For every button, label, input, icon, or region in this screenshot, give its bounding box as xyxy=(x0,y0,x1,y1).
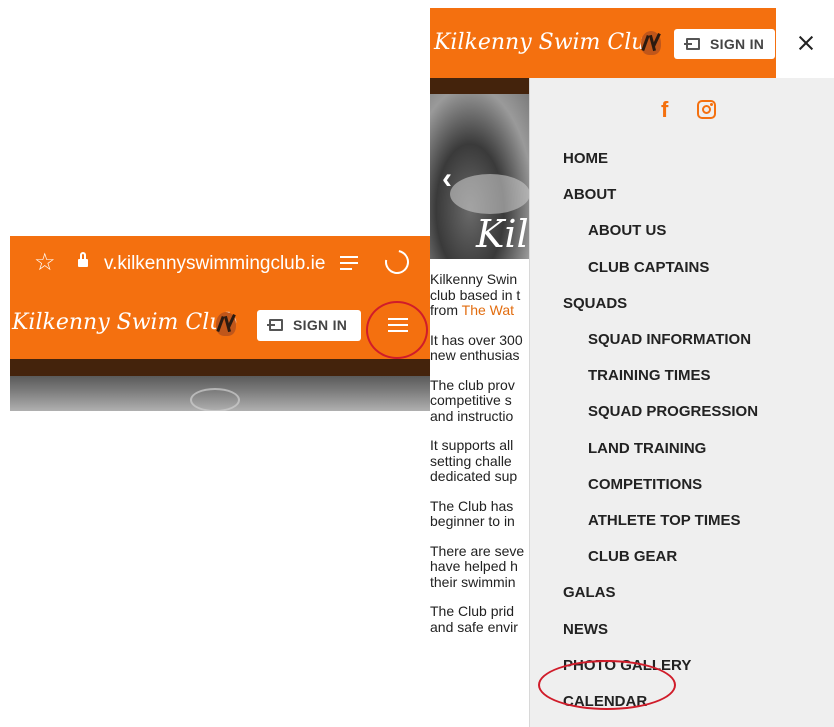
menu-item-about-us[interactable]: ABOUT US xyxy=(588,222,666,239)
body-paragraph: There are seve have helped h their swimm… xyxy=(430,542,530,591)
body-paragraph: It has over 300 new enthusias xyxy=(430,331,530,364)
highlight-circle xyxy=(366,301,428,359)
dark-band xyxy=(430,78,530,94)
star-icon[interactable]: ☆ xyxy=(34,249,56,277)
instagram-icon[interactable] xyxy=(697,100,716,119)
body-paragraph: The club prov competitive s and instruct… xyxy=(430,376,530,425)
menu-item-news[interactable]: NEWS xyxy=(563,621,608,638)
sign-in-icon xyxy=(267,319,283,331)
menu-item-competitions[interactable]: COMPETITIONS xyxy=(588,476,702,493)
sign-in-icon xyxy=(684,38,700,50)
close-icon[interactable] xyxy=(776,8,834,78)
menu-item-squad-information[interactable]: SQUAD INFORMATION xyxy=(588,331,751,348)
sign-in-button[interactable]: SIGN IN xyxy=(257,310,361,341)
hero-text: Kil xyxy=(476,212,529,256)
chevron-left-icon[interactable]: ‹ xyxy=(442,164,452,194)
sign-in-button[interactable]: SIGN IN xyxy=(674,29,775,59)
lock-icon[interactable] xyxy=(78,252,88,269)
menu-item-squads[interactable]: SQUADS xyxy=(563,295,627,312)
body-paragraph: The Club has beginner to in xyxy=(430,497,530,530)
menu-item-squad-progression[interactable]: SQUAD PROGRESSION xyxy=(588,403,758,420)
paragraph-text: It supports all setting challe dedicated… xyxy=(430,437,518,484)
browser-address-bar: ☆ v.kilkennyswimmingclub.ie xyxy=(10,236,430,292)
body-paragraph: Kilkenny Swin club based in t from The W… xyxy=(430,272,530,319)
site-logo-text[interactable]: Kilkenny Swim Club xyxy=(434,30,660,55)
hero-slider: ‹ Kil xyxy=(430,94,530,259)
paragraph-text: The Club has beginner to in xyxy=(430,497,515,529)
site-header: Kilkenny Swim Club SIGN IN xyxy=(430,8,776,78)
paragraph-text: The Club prid and safe envir xyxy=(430,603,518,635)
tiger-logo-icon xyxy=(213,308,239,338)
menu-item-about[interactable]: ABOUT xyxy=(563,186,616,203)
menu-item-galas[interactable]: GALAS xyxy=(563,584,616,601)
left-phone-screen: ☆ v.kilkennyswimmingclub.ie Kilkenny Swi… xyxy=(10,236,430,411)
menu-item-athlete-top-times[interactable]: ATHLETE TOP TIMES xyxy=(588,512,741,529)
menu-item-club-captains[interactable]: CLUB CAPTAINS xyxy=(588,259,709,276)
highlight-circle xyxy=(538,660,676,710)
site-header: Kilkenny Swim Club SIGN IN xyxy=(10,292,430,359)
paragraph-text: There are seve have helped h their swimm… xyxy=(430,542,525,590)
dark-band xyxy=(10,359,430,376)
menu-item-home[interactable]: HOME xyxy=(563,150,608,167)
site-logo-text[interactable]: Kilkenny Swim Club xyxy=(12,310,238,335)
reload-icon[interactable] xyxy=(380,245,414,279)
facebook-icon[interactable]: f xyxy=(661,98,668,122)
tiger-logo-icon xyxy=(638,27,664,57)
sign-in-label: SIGN IN xyxy=(710,36,765,52)
paragraph-text: The club prov competitive s and instruct… xyxy=(430,376,515,424)
nav-drawer: f HOME ABOUT ABOUT US CLUB CAPTAINS SQUADS SQ… xyxy=(529,78,834,727)
sign-in-label: SIGN IN xyxy=(293,317,348,333)
reader-mode-icon[interactable] xyxy=(340,254,358,272)
menu-item-club-gear[interactable]: CLUB GEAR xyxy=(588,548,677,565)
paragraph-text: It has over 300 new enthusias xyxy=(430,331,523,363)
body-paragraph: The Club prid and safe envir xyxy=(430,603,530,635)
menu-item-land-training[interactable]: LAND TRAINING xyxy=(588,440,706,457)
menu-item-training-times[interactable]: TRAINING TIMES xyxy=(588,367,711,384)
social-links: f xyxy=(530,96,834,126)
hero-image xyxy=(10,376,430,411)
url-text[interactable]: v.kilkennyswimmingclub.ie xyxy=(104,253,325,275)
body-link[interactable]: The Wat xyxy=(462,302,514,318)
body-paragraph: It supports all setting challe dedicated… xyxy=(430,437,530,485)
page-body-text: Kilkenny Swin club based in t from The W… xyxy=(430,272,530,649)
right-phone-screen: Kilkenny Swim Club SIGN IN ‹ Kil Kilkenn… xyxy=(430,8,834,727)
